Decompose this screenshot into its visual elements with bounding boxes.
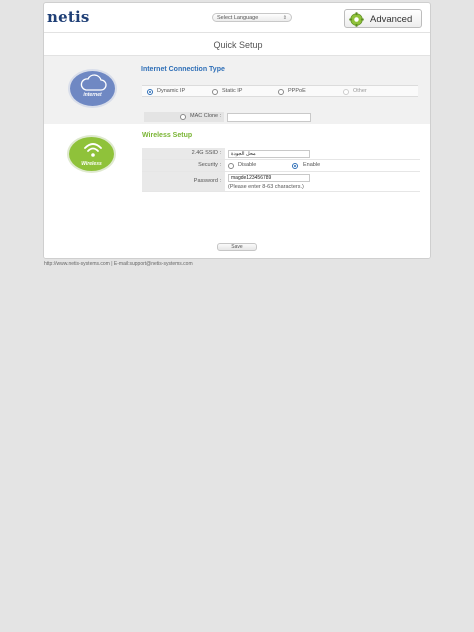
mac-clone-input[interactable] [227, 113, 311, 122]
quick-setup-panel: netis Select Language ⇕ Advanced Quick S… [43, 2, 431, 259]
language-select[interactable]: Select Language ⇕ [212, 13, 292, 22]
wireless-badge: Wireless [67, 135, 116, 173]
label-security-disable: Disable [238, 162, 257, 168]
password-hint: (Please enter 8-63 characters.) [228, 184, 304, 190]
password-row: Password : magde123456789 (Please enter … [142, 172, 420, 192]
ssid-row: 2.4G SSID : محل الجودة [142, 148, 420, 160]
security-row: Security : Disable Enable [142, 160, 420, 172]
language-select-label: Select Language [217, 15, 259, 21]
cloud-icon [80, 74, 107, 91]
radio-pppoe[interactable] [278, 89, 284, 95]
internet-connection-heading: Internet Connection Type [141, 66, 225, 73]
label-other: Other [353, 88, 367, 94]
wireless-section: Wireless Wireless Setup 2.4G SSID : محل … [44, 124, 430, 258]
mac-clone-radio[interactable] [180, 114, 186, 120]
page-title: Quick Setup [213, 40, 263, 50]
label-static-ip: Static IP [222, 88, 243, 94]
page-title-bar: Quick Setup [44, 32, 430, 56]
gear-icon [349, 12, 364, 27]
mac-clone-row: MAC Clone : [144, 112, 224, 122]
label-security-enable: Enable [303, 162, 321, 168]
advanced-button[interactable]: Advanced [344, 9, 422, 28]
password-input[interactable]: magde123456789 [228, 174, 310, 182]
ssid-input[interactable]: محل الجودة [228, 150, 310, 158]
security-label: Security : [142, 160, 225, 171]
radio-security-disable[interactable] [228, 163, 234, 169]
internet-badge-label: internet [83, 92, 102, 98]
save-button[interactable]: Save [217, 243, 257, 251]
password-label: Password : [142, 172, 225, 191]
footer-links[interactable]: http://www.netis-systems.com | E-mail:su… [44, 261, 193, 267]
internet-badge: internet [68, 69, 117, 108]
label-dynamic-ip: Dynamic IP [157, 88, 186, 94]
label-pppoe: PPPoE [288, 88, 306, 94]
radio-other[interactable] [343, 89, 349, 95]
advanced-label: Advanced [370, 14, 413, 25]
radio-dynamic-ip[interactable] [147, 89, 153, 95]
wireless-setup-heading: Wireless Setup [142, 132, 193, 139]
netis-logo: netis [47, 8, 90, 26]
radio-static-ip[interactable] [212, 89, 218, 95]
connection-type-radios: Dynamic IP Static IP PPPoE Other [142, 85, 418, 97]
wireless-badge-label: Wireless [81, 161, 102, 167]
internet-section: internet Internet Connection Type Dynami… [44, 56, 430, 124]
radio-security-enable[interactable] [292, 163, 298, 169]
mac-clone-label: MAC Clone : [190, 113, 222, 119]
wifi-icon [84, 143, 102, 157]
ssid-label: 2.4G SSID : [142, 148, 225, 159]
select-arrows-icon: ⇕ [282, 15, 287, 21]
